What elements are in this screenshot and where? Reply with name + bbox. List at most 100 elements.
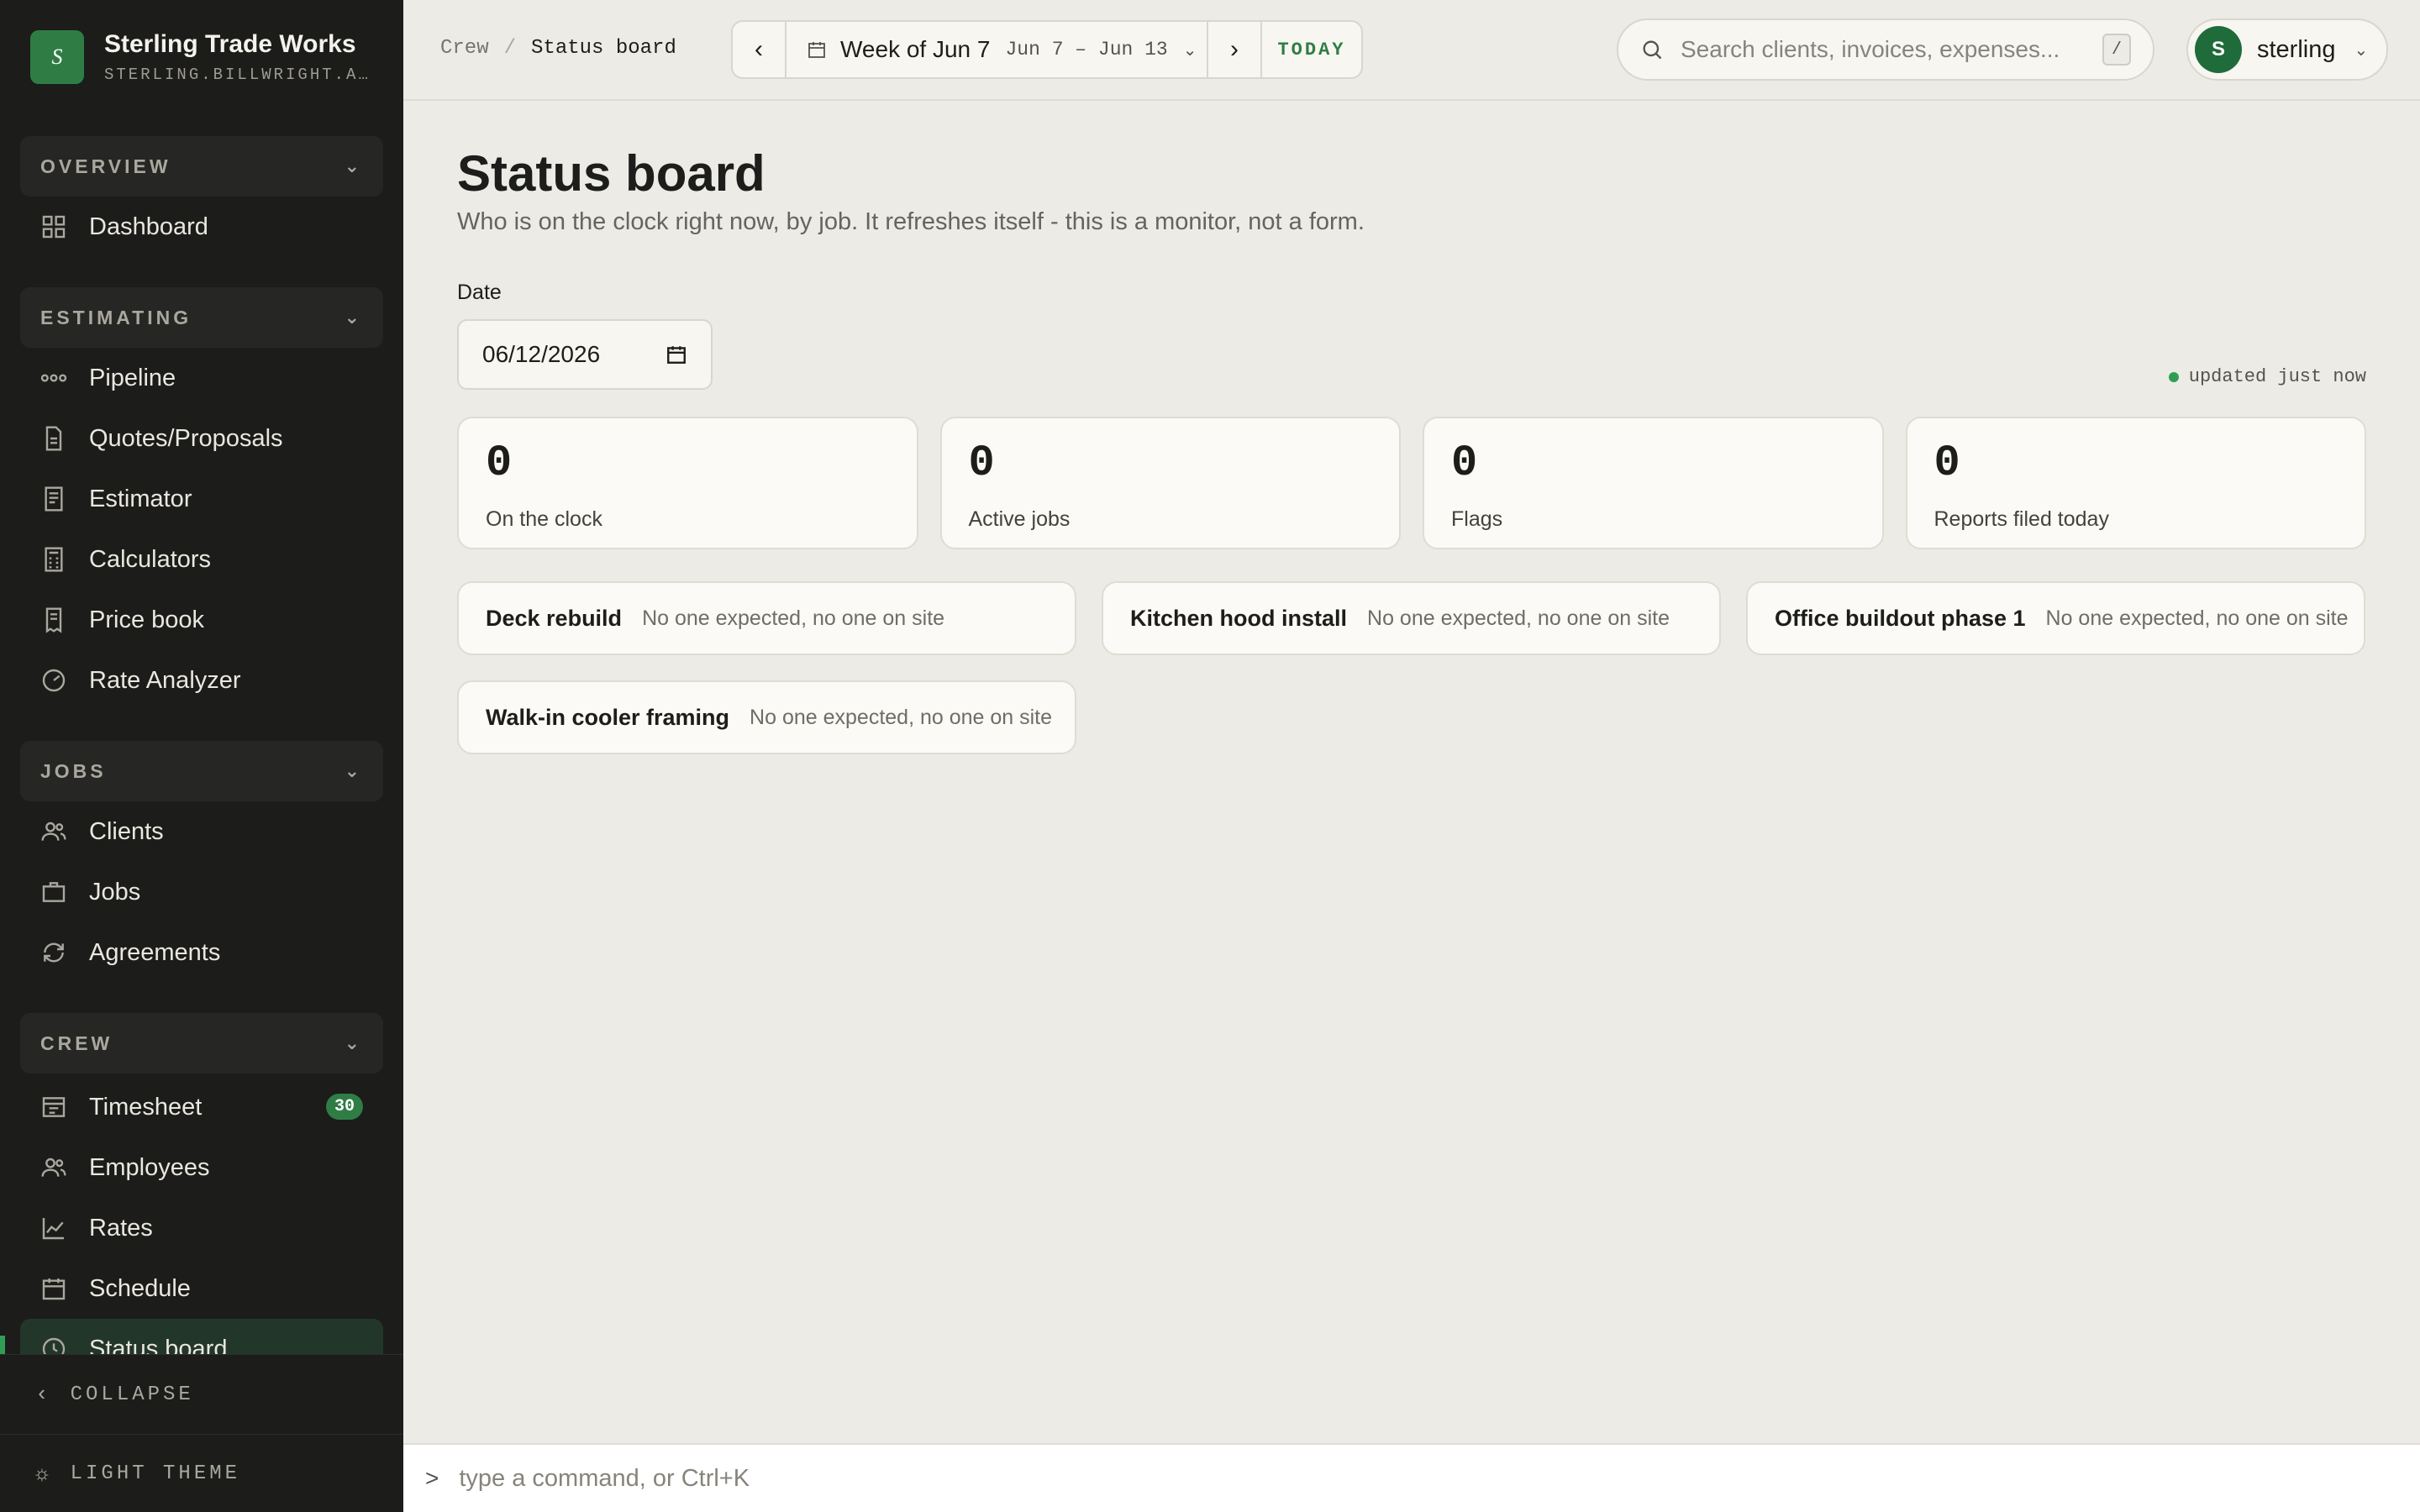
stat-label: Active jobs — [968, 507, 1071, 531]
job-name: Walk-in cooler framing — [486, 704, 730, 730]
sidebar-item-label: Calculators — [89, 545, 212, 573]
stat-card-on-the-clock: 0 On the clock — [457, 417, 918, 549]
sidebar-item-price-book[interactable]: Price book — [20, 590, 383, 650]
chevron-right-icon: › — [1230, 35, 1239, 63]
theme-toggle[interactable]: ☼ LIGHT THEME — [0, 1434, 403, 1512]
sidebar: S Sterling Trade Works STERLING.BILLWRIG… — [0, 0, 403, 1512]
sidebar-item-quotes[interactable]: Quotes/Proposals — [20, 408, 383, 469]
refresh-icon — [40, 939, 67, 966]
theme-label: LIGHT THEME — [70, 1462, 241, 1485]
search-icon — [1643, 40, 1662, 60]
sidebar-item-rates[interactable]: Rates — [20, 1198, 383, 1258]
sidebar-item-employees[interactable]: Employees — [20, 1137, 383, 1198]
previous-week-button[interactable]: ‹ — [733, 22, 785, 77]
job-card[interactable]: Kitchen hood install No one expected, no… — [1102, 581, 1721, 655]
price-book-icon — [40, 606, 67, 633]
week-label: Week of Jun 7 — [840, 36, 991, 62]
sidebar-item-label: Agreements — [89, 938, 221, 966]
sidebar-item-label: Clients — [89, 817, 164, 845]
sidebar-item-label: Timesheet — [89, 1093, 203, 1121]
stat-value: 0 — [1451, 438, 1478, 488]
command-input[interactable] — [459, 1464, 2420, 1493]
sidebar-item-clients[interactable]: Clients — [20, 801, 383, 862]
week-picker[interactable]: Week of Jun 7 Jun 7 – Jun 13 ⌄ — [785, 22, 1208, 77]
updated-label: updated just now — [2188, 366, 2366, 387]
clock-icon — [40, 1336, 67, 1354]
sidebar-item-label: Jobs — [89, 878, 141, 906]
command-bar: > — [403, 1443, 2420, 1512]
user-name: sterling — [2257, 35, 2336, 63]
sidebar-item-label: Rate Analyzer — [89, 666, 241, 694]
sidebar-item-pipeline[interactable]: Pipeline — [20, 348, 383, 408]
pipeline-icon — [40, 365, 67, 391]
document-icon — [40, 425, 67, 452]
job-name: Kitchen hood install — [1130, 605, 1348, 631]
job-status: No one expected, no one on site — [1367, 606, 1670, 630]
chevron-left-icon: ‹ — [755, 35, 763, 63]
active-indicator — [0, 1336, 5, 1356]
briefcase-icon — [40, 879, 67, 906]
calendar-icon[interactable] — [666, 344, 687, 365]
group-label: ESTIMATING — [40, 306, 192, 328]
user-menu[interactable]: S sterling ⌄ — [2186, 18, 2388, 81]
next-week-button[interactable]: › — [1208, 22, 1260, 77]
group-label: CREW — [40, 1032, 113, 1054]
calculator-icon — [40, 546, 67, 573]
brand-url: STERLING.BILLWRIGHT.APP — [104, 66, 373, 84]
job-card[interactable]: Walk-in cooler framing No one expected, … — [457, 680, 1076, 754]
stat-label: Reports filed today — [1933, 507, 2109, 531]
calendar-icon — [808, 42, 825, 58]
stat-card-flags: 0 Flags — [1423, 417, 1884, 549]
stat-label: On the clock — [486, 507, 602, 531]
group-jobs-toggle[interactable]: JOBS ⌄ — [20, 741, 383, 801]
stat-card-active-jobs: 0 Active jobs — [939, 417, 1401, 549]
job-name: Deck rebuild — [486, 605, 623, 631]
sidebar-item-status-board[interactable]: Status board — [20, 1319, 383, 1354]
brand-logo: S — [30, 30, 84, 84]
chevron-down-icon: ⌄ — [344, 760, 363, 781]
job-card[interactable]: Office buildout phase 1 No one expected,… — [1746, 581, 2365, 655]
search-input[interactable] — [1681, 36, 2102, 63]
group-overview-toggle[interactable]: OVERVIEW ⌄ — [20, 136, 383, 197]
collapse-button[interactable]: ‹ COLLAPSE — [0, 1355, 403, 1434]
page-subtitle: Who is on the clock right now, by job. I… — [457, 208, 1365, 235]
sidebar-item-calculators[interactable]: Calculators — [20, 529, 383, 590]
collapse-label: COLLAPSE — [70, 1383, 194, 1406]
job-name: Office buildout phase 1 — [1775, 605, 2026, 631]
sidebar-item-timesheet[interactable]: Timesheet 30 — [20, 1077, 383, 1137]
group-label: OVERVIEW — [40, 155, 171, 177]
brand[interactable]: S Sterling Trade Works STERLING.BILLWRIG… — [30, 30, 373, 84]
sidebar-item-label: Schedule — [89, 1274, 191, 1302]
live-dot-icon — [2168, 371, 2179, 382]
breadcrumb-separator: / — [503, 37, 517, 60]
stat-card-reports-filed: 0 Reports filed today — [1905, 417, 2366, 549]
avatar: S — [2195, 26, 2242, 73]
breadcrumb-parent[interactable]: Crew — [440, 37, 489, 60]
stat-label: Flags — [1451, 507, 1503, 531]
date-input[interactable]: 06/12/2026 — [457, 319, 713, 390]
page-title: Status board — [457, 145, 765, 202]
stat-value: 0 — [1933, 438, 1960, 488]
group-estimating-toggle[interactable]: ESTIMATING ⌄ — [20, 287, 383, 348]
today-button[interactable]: TODAY — [1260, 22, 1361, 77]
sidebar-item-estimator[interactable]: Estimator — [20, 469, 383, 529]
week-range: Jun 7 – Jun 13 — [1005, 39, 1168, 60]
job-status-list: Deck rebuild No one expected, no one on … — [457, 581, 2366, 754]
sidebar-item-schedule[interactable]: Schedule — [20, 1258, 383, 1319]
sidebar-item-jobs[interactable]: Jobs — [20, 862, 383, 922]
chevron-left-icon: ‹ — [35, 1382, 52, 1407]
job-status: No one expected, no one on site — [2045, 606, 2349, 630]
sidebar-item-rate-analyzer[interactable]: Rate Analyzer — [20, 650, 383, 711]
chart-line-icon — [40, 1215, 67, 1242]
job-card[interactable]: Deck rebuild No one expected, no one on … — [457, 581, 1076, 655]
breadcrumb-current: Status board — [531, 37, 676, 60]
stats-row: 0 On the clock 0 Active jobs 0 Flags 0 R… — [457, 417, 2366, 549]
job-status: No one expected, no one on site — [750, 705, 1053, 729]
sidebar-item-agreements[interactable]: Agreements — [20, 922, 383, 983]
sidebar-item-dashboard[interactable]: Dashboard — [20, 197, 383, 257]
group-crew-toggle[interactable]: CREW ⌄ — [20, 1013, 383, 1074]
brand-name: Sterling Trade Works — [104, 30, 356, 58]
date-label: Date — [457, 281, 502, 304]
job-status: No one expected, no one on site — [642, 606, 945, 630]
timesheet-count-badge: 30 — [325, 1094, 363, 1120]
